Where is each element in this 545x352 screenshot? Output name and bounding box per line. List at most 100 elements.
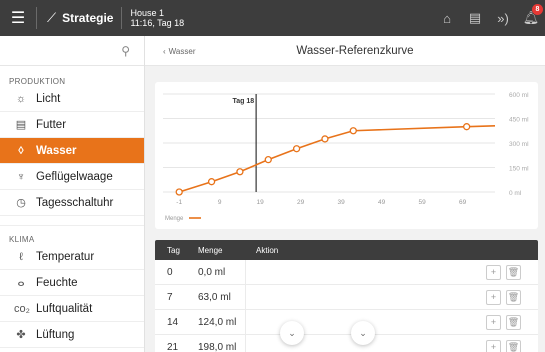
x-tick-label: 39 bbox=[338, 199, 346, 206]
row-actions: + 🗑︎ bbox=[486, 289, 538, 305]
x-tick-label: 59 bbox=[419, 199, 427, 206]
licht-icon: ☼ bbox=[15, 92, 27, 105]
add-button[interactable]: + bbox=[486, 289, 501, 305]
row-actions: + 🗑︎ bbox=[486, 339, 538, 352]
chevron-down-icon: ⌄ bbox=[359, 327, 367, 338]
x-tick-label: 29 bbox=[297, 199, 305, 206]
sidebar-item-label: Luftqualität bbox=[36, 302, 93, 315]
sidebar-item-label: Wasser bbox=[36, 144, 77, 157]
reference-curve-chart: 0 ml 150 ml 300 ml 450 ml 600 ml -1 9 19 29 39 49 5… bbox=[155, 82, 538, 229]
add-button[interactable]: + bbox=[486, 339, 501, 352]
report-icon[interactable]: ▤ bbox=[461, 0, 489, 36]
table-header: Tag Menge Aktion bbox=[155, 240, 538, 260]
luftqualität-icon: co₂ bbox=[14, 302, 30, 315]
cell-tag: 21 bbox=[167, 341, 179, 352]
geflügelwaage-icon: ♆ bbox=[16, 170, 26, 183]
data-point bbox=[207, 178, 216, 186]
row-actions: + 🗑︎ bbox=[486, 314, 538, 330]
section-title-klima: KLIMA bbox=[9, 235, 35, 244]
x-tick-label: 19 bbox=[257, 199, 265, 206]
sidebar-item-luftqualität[interactable]: co₂ Luftqualität bbox=[0, 296, 144, 322]
page-title: Wasser-Referenzkurve bbox=[296, 44, 414, 57]
sidebar-item-licht[interactable]: ☼ Licht bbox=[0, 86, 144, 112]
bell-icon[interactable]: 🔔︎ 8 bbox=[517, 0, 545, 36]
house-icon[interactable]: ⌂ bbox=[433, 0, 461, 36]
scroll-down-button[interactable]: ⌄ bbox=[280, 321, 304, 345]
sidebar-item-label: Temperatur bbox=[36, 250, 95, 263]
sidebar-item-tagesschaltuhr[interactable]: ◷ Tagesschaltuhr bbox=[0, 190, 144, 216]
main-panel: ‹ Wasser Wasser-Referenzkurve 0 ml 150 ml… bbox=[145, 36, 545, 352]
context-time: 11:16, Tag 18 bbox=[130, 18, 185, 28]
wasser-icon: ◊ bbox=[18, 144, 24, 157]
data-point bbox=[236, 168, 244, 176]
temperatur-icon: ℓ bbox=[19, 250, 23, 263]
scroll-down-button[interactable]: ⌄ bbox=[351, 321, 375, 345]
x-tick-label: 49 bbox=[378, 199, 386, 206]
delete-button[interactable]: 🗑︎ bbox=[506, 289, 521, 305]
signal-icon[interactable]: ») bbox=[489, 0, 517, 36]
chart-svg[interactable]: 0 ml 150 ml 300 ml 450 ml 600 ml -1 9 19 29 39 49 5… bbox=[155, 82, 538, 229]
sidebar-item-wasser[interactable]: ◊ Wasser bbox=[0, 138, 144, 164]
add-button[interactable]: + bbox=[486, 264, 501, 280]
futter-icon: ▤ bbox=[15, 119, 27, 131]
reference-table: Tag Menge Aktion 0 0,0 ml + 🗑︎ 7 63,0 ml + 🗑︎ 14… bbox=[155, 240, 538, 352]
y-tick-label: 600 ml bbox=[509, 92, 529, 99]
table-row[interactable]: 0 0,0 ml + 🗑︎ bbox=[155, 260, 538, 285]
house-context[interactable]: House 1 11:16, Tag 18 bbox=[122, 8, 184, 28]
cell-tag: 7 bbox=[167, 291, 173, 303]
x-tick-label: 9 bbox=[218, 199, 222, 206]
search-icon[interactable]: ⚲ bbox=[0, 36, 144, 66]
table-row[interactable]: 21 198,0 ml + 🗑︎ bbox=[155, 335, 538, 352]
row-actions: + 🗑︎ bbox=[486, 264, 538, 280]
tagesschaltuhr-icon: ◷ bbox=[16, 197, 26, 209]
header-tag: Tag bbox=[167, 245, 180, 255]
data-point bbox=[349, 127, 357, 135]
sidebar-item-label: Geflügelwaage bbox=[36, 170, 113, 183]
cell-menge: 0,0 ml bbox=[188, 260, 246, 284]
house-name: House 1 bbox=[130, 8, 164, 18]
delete-button[interactable]: 🗑︎ bbox=[506, 314, 521, 330]
cell-tag: 14 bbox=[167, 316, 179, 328]
data-point bbox=[321, 135, 329, 143]
sidebar-item-futter[interactable]: ▤ Futter bbox=[0, 112, 144, 138]
sidebar-item-geflügelwaage[interactable]: ♆ Geflügelwaage bbox=[0, 164, 144, 190]
header-menge: Menge bbox=[198, 245, 223, 255]
menu-icon[interactable]: ☰ bbox=[0, 0, 36, 36]
cell-menge: 198,0 ml bbox=[188, 335, 246, 352]
strategy-icon: ⟋ bbox=[47, 10, 57, 25]
chevron-down-icon: ⌄ bbox=[288, 327, 296, 338]
sidebar-item-label: Tagesschaltuhr bbox=[36, 196, 114, 209]
data-point bbox=[292, 145, 301, 153]
back-link[interactable]: ‹ Wasser bbox=[163, 36, 196, 66]
sidebar-item-temperatur[interactable]: ℓ Temperatur bbox=[0, 244, 144, 270]
back-label: Wasser bbox=[168, 46, 196, 56]
table-row[interactable]: 14 124,0 ml + 🗑︎ bbox=[155, 310, 538, 335]
y-tick-label: 150 ml bbox=[509, 166, 529, 173]
cell-tag: 0 bbox=[167, 266, 173, 278]
data-point bbox=[463, 123, 471, 131]
brand-label: Strategie bbox=[62, 11, 114, 25]
x-tick-label: 69 bbox=[459, 199, 467, 206]
cell-menge: 124,0 ml bbox=[188, 310, 246, 334]
notification-badge: 8 bbox=[532, 4, 543, 15]
delete-button[interactable]: 🗑︎ bbox=[506, 264, 521, 280]
section-title-produktion: PRODUKTION bbox=[9, 77, 66, 86]
add-button[interactable]: + bbox=[486, 314, 501, 330]
delete-button[interactable]: 🗑︎ bbox=[506, 339, 521, 352]
chevron-left-icon: ‹ bbox=[163, 46, 166, 56]
sidebar-item-lüftung[interactable]: ✤ Lüftung bbox=[0, 322, 144, 348]
sidebar-item-feuchte[interactable]: ⴰ Feuchte bbox=[0, 270, 144, 296]
sidebar-item-label: Futter bbox=[36, 118, 67, 131]
legend-label: Menge bbox=[165, 216, 184, 222]
divider bbox=[0, 216, 144, 226]
feuchte-icon: ⴰ bbox=[17, 277, 25, 289]
table-row[interactable]: 7 63,0 ml + 🗑︎ bbox=[155, 285, 538, 310]
data-point bbox=[264, 156, 272, 164]
x-tick-label: -1 bbox=[176, 199, 182, 206]
data-point bbox=[175, 188, 183, 196]
y-tick-label: 300 ml bbox=[509, 141, 529, 148]
top-bar: ☰ ⟋ Strategie House 1 11:16, Tag 18 ⌂ ▤ … bbox=[0, 0, 545, 36]
lüftung-icon: ✤ bbox=[16, 329, 26, 341]
sidebar: ⚲ PRODUKTION ☼ Licht ▤ Futter ◊ Wasser ♆ Geflüg… bbox=[0, 36, 145, 352]
brand[interactable]: ⟋ Strategie bbox=[37, 0, 121, 36]
